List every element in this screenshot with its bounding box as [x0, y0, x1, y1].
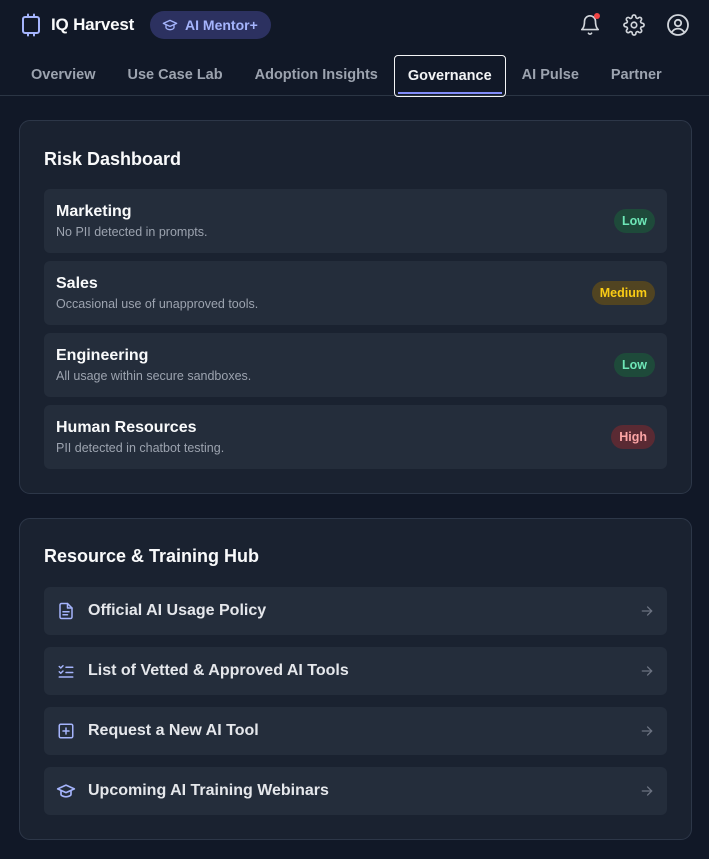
risk-row-sales: Sales Occasional use of unapproved tools… [44, 261, 667, 325]
risk-row-marketing: Marketing No PII detected in prompts. Lo… [44, 189, 667, 253]
app-title: IQ Harvest [51, 15, 135, 34]
tab-use-case-lab[interactable]: Use Case Lab [112, 55, 239, 95]
resource-hub-card: Resource & Training Hub Official AI Usag… [19, 518, 692, 840]
checklist-icon [56, 661, 76, 681]
resource-label: Request a New AI Tool [88, 722, 259, 739]
resource-link-request-tool[interactable]: Request a New AI Tool [44, 707, 667, 755]
top-bar: IQ Harvest AI Mentor+ [0, 0, 709, 50]
tab-partner[interactable]: Partner [595, 55, 678, 95]
arrow-right-icon [639, 783, 655, 799]
resource-label: Official AI Usage Policy [88, 602, 267, 619]
risk-level-badge: High [611, 425, 655, 449]
resource-label: Upcoming AI Training Webinars [88, 782, 329, 799]
risk-level-badge: Medium [591, 281, 655, 305]
arrow-right-icon [639, 603, 655, 619]
user-avatar-icon[interactable] [665, 12, 691, 38]
risk-level-badge: Low [614, 209, 655, 233]
department-name: Engineering [56, 347, 149, 364]
tab-bar: Overview Use Case Lab Adoption Insights … [0, 55, 709, 97]
graduation-cap-icon [162, 19, 178, 31]
bell-icon[interactable] [577, 12, 603, 38]
risk-dashboard-card: Risk Dashboard Marketing No PII detected… [19, 120, 692, 494]
department-name: Human Resources [56, 419, 197, 436]
plus-square-icon [56, 721, 76, 741]
document-icon [56, 601, 76, 621]
ai-mentor-label: AI Mentor+ [185, 17, 258, 33]
notification-dot [594, 13, 600, 19]
risk-description: No PII detected in prompts. [56, 225, 208, 239]
tab-governance[interactable]: Governance [393, 55, 506, 97]
arrow-right-icon [639, 723, 655, 739]
risk-row-engineering: Engineering All usage within secure sand… [44, 333, 667, 397]
risk-row-human-resources: Human Resources PII detected in chatbot … [44, 405, 667, 469]
tab-ai-pulse[interactable]: AI Pulse [506, 55, 595, 95]
ai-mentor-button[interactable]: AI Mentor+ [150, 11, 271, 39]
department-name: Sales [56, 275, 98, 292]
resource-link-usage-policy[interactable]: Official AI Usage Policy [44, 587, 667, 635]
risk-dashboard-title: Risk Dashboard [44, 149, 182, 169]
gear-icon[interactable] [621, 12, 647, 38]
resource-label: List of Vetted & Approved AI Tools [88, 662, 349, 679]
tab-adoption-insights[interactable]: Adoption Insights [239, 55, 394, 95]
risk-description: Occasional use of unapproved tools. [56, 297, 259, 311]
department-name: Marketing [56, 203, 132, 220]
risk-level-badge: Low [614, 353, 655, 377]
graduation-cap-icon [56, 781, 76, 801]
tab-overview[interactable]: Overview [15, 55, 112, 95]
risk-description: All usage within secure sandboxes. [56, 369, 252, 383]
resource-link-approved-tools[interactable]: List of Vetted & Approved AI Tools [44, 647, 667, 695]
risk-description: PII detected in chatbot testing. [56, 441, 225, 455]
arrow-right-icon [639, 663, 655, 679]
resource-link-training-webinars[interactable]: Upcoming AI Training Webinars [44, 767, 667, 815]
chip-logo-icon [18, 12, 44, 38]
resource-hub-title: Resource & Training Hub [44, 546, 260, 566]
